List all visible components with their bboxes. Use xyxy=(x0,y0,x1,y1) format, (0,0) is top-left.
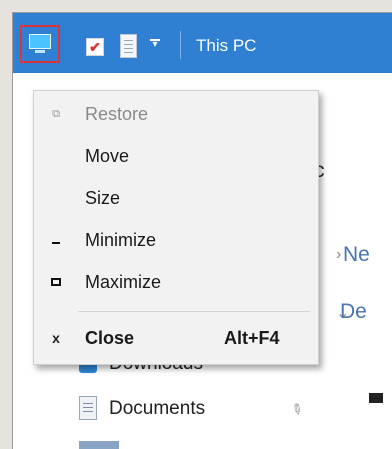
menu-item-size[interactable]: Size xyxy=(34,182,318,216)
menu-item-label: Size xyxy=(85,188,121,208)
title-separator xyxy=(180,31,181,59)
menu-item-move[interactable]: Move xyxy=(34,140,318,174)
nav-item-network[interactable]: Ne xyxy=(343,243,370,267)
window-system-icon[interactable] xyxy=(20,25,60,63)
menu-separator xyxy=(78,311,310,312)
title-bar[interactable]: ✔ ▾ This PC xyxy=(13,13,392,73)
menu-item-maximize[interactable]: Maximize xyxy=(34,266,318,300)
menu-item-label: Minimize xyxy=(85,230,157,250)
documents-folder-icon xyxy=(79,396,97,420)
folder-thumbnail[interactable] xyxy=(369,393,383,403)
computer-icon xyxy=(28,33,52,55)
menu-item-label: Restore xyxy=(85,104,149,124)
menu-item-restore[interactable]: ⧉ Restore xyxy=(34,98,318,132)
menu-item-label: Close xyxy=(85,328,135,348)
tree-item-documents[interactable]: Documents ✎ xyxy=(79,396,309,426)
menu-item-label: Move xyxy=(85,146,130,166)
checkmark-properties-icon[interactable]: ✔ xyxy=(86,38,104,56)
customize-dropdown-icon[interactable]: ▾ xyxy=(148,38,162,52)
window-title: This PC xyxy=(196,36,257,55)
document-icon[interactable] xyxy=(120,34,137,58)
maximize-icon xyxy=(48,274,64,290)
menu-item-minimize[interactable]: Minimize xyxy=(34,224,318,258)
system-menu: ⧉ Restore Move Size Minimize Maximize x … xyxy=(33,90,319,365)
restore-icon: ⧉ xyxy=(52,108,60,120)
close-icon: x xyxy=(52,330,60,346)
pin-icon[interactable]: ✎ xyxy=(287,399,307,420)
nav-item-devices[interactable]: De xyxy=(340,300,367,324)
menu-item-label: Maximize xyxy=(85,272,162,292)
tree-item-label: Documents xyxy=(109,398,206,419)
menu-item-close[interactable]: x Close Alt+F4 xyxy=(34,322,318,356)
explorer-window: ✔ ▾ This PC c › Ne ⌄ De Downloads Docume… xyxy=(12,12,392,449)
minimize-icon xyxy=(48,232,64,248)
keyboard-shortcut: Alt+F4 xyxy=(224,328,280,348)
chevron-right-icon[interactable]: › xyxy=(336,246,341,264)
